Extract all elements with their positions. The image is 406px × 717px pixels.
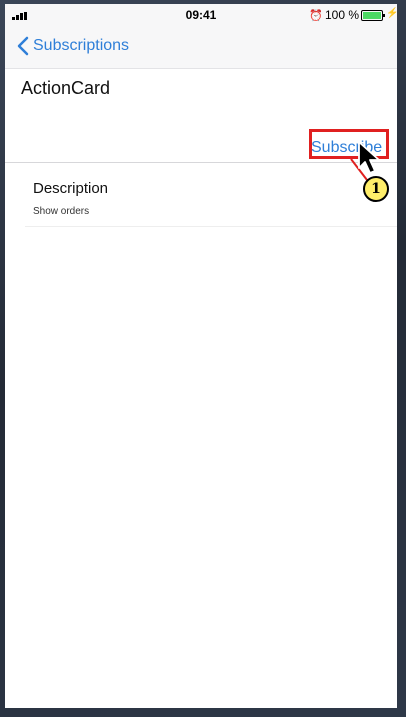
mouse-pointer-icon: [358, 141, 380, 174]
callout-line: [350, 158, 368, 181]
step-number-badge: 1: [363, 176, 389, 202]
app-screen: 09:41 ⏰ 100 % ⚡ Subscriptions ActionCard…: [5, 4, 397, 708]
